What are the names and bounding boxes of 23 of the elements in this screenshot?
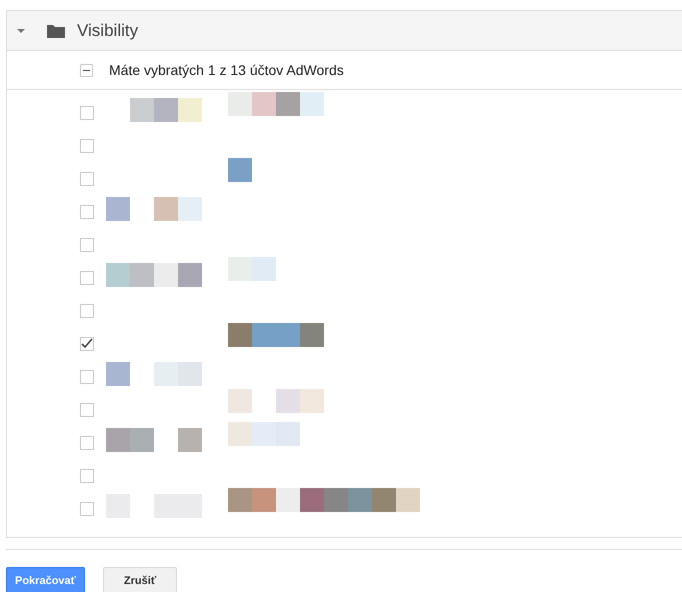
select-all-checkbox[interactable] bbox=[80, 64, 93, 76]
redacted-text-drawing bbox=[228, 257, 276, 281]
account-checkbox[interactable] bbox=[80, 469, 94, 483]
account-checkbox[interactable] bbox=[80, 370, 94, 384]
account-checkbox[interactable] bbox=[80, 436, 94, 450]
cancel-button[interactable]: Zrušiť bbox=[102, 567, 178, 592]
account-checkbox[interactable] bbox=[80, 502, 94, 516]
account-checkbox[interactable] bbox=[80, 106, 94, 120]
panel-title: Visibility bbox=[77, 20, 138, 42]
account-checkbox[interactable] bbox=[80, 304, 94, 318]
folder-icon bbox=[47, 24, 65, 38]
account-checkbox[interactable] bbox=[80, 337, 94, 351]
redacted-text-drawing bbox=[228, 422, 300, 446]
account-checkbox[interactable] bbox=[80, 271, 94, 285]
account-checkbox[interactable] bbox=[80, 205, 94, 219]
account-checkbox[interactable] bbox=[80, 238, 94, 252]
account-checkbox[interactable] bbox=[80, 139, 94, 153]
account-checkbox[interactable] bbox=[80, 172, 94, 186]
caret-icon[interactable] bbox=[17, 28, 25, 32]
selection-summary: Máte vybratých 1 z 13 účtov AdWords bbox=[109, 60, 344, 80]
account-checkbox[interactable] bbox=[80, 403, 94, 417]
redacted-text-drawing bbox=[130, 98, 202, 122]
redacted-text-drawing bbox=[228, 158, 252, 182]
